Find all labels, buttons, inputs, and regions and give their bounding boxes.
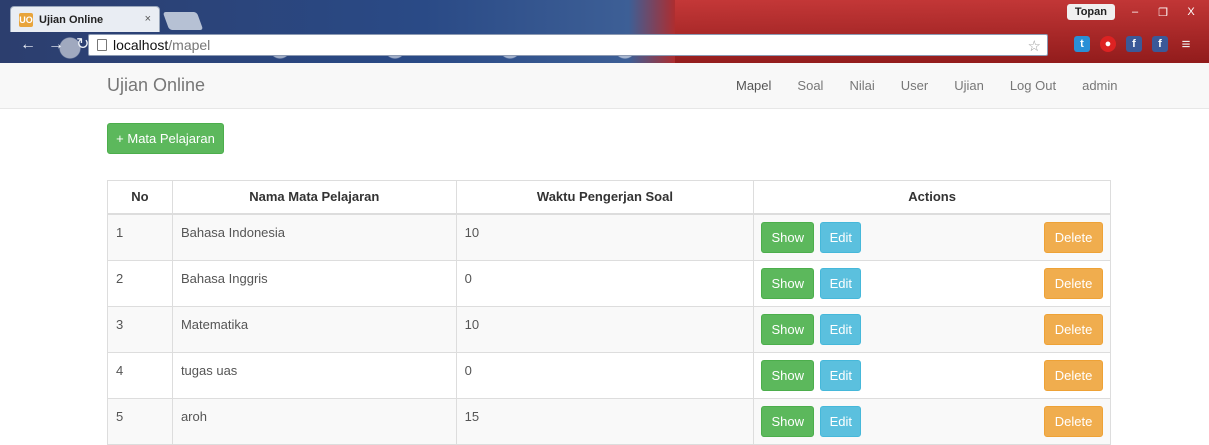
table-header-row: No Nama Mata Pelajaran Waktu Pengerjan S… xyxy=(107,180,1111,215)
browser-chrome: UO Ujian Online × Topan – ❐ X ← → ↻ loca… xyxy=(0,0,1209,63)
nav-link-soal[interactable]: Soal xyxy=(797,78,823,93)
cell-no: 5 xyxy=(107,397,173,445)
cell-time: 0 xyxy=(455,351,755,399)
facebook-icon[interactable]: f xyxy=(1126,36,1142,52)
favicon-icon: UO xyxy=(19,12,33,27)
page-icon xyxy=(97,39,107,51)
show-button[interactable]: Show xyxy=(761,405,815,437)
brand-link[interactable]: Ujian Online xyxy=(107,75,205,96)
cell-time: 10 xyxy=(455,305,755,353)
window-controls: Topan – ❐ X xyxy=(1066,4,1203,20)
address-bar[interactable]: localhost/mapel ☆ xyxy=(88,34,1048,56)
nav-link-nilai[interactable]: Nilai xyxy=(849,78,874,93)
cell-actions: Show Edit Delete xyxy=(753,259,1111,307)
show-button[interactable]: Show xyxy=(761,359,815,391)
show-button[interactable]: Show xyxy=(761,313,815,345)
table-row: 1 Bahasa Indonesia 10 Show Edit Delete xyxy=(107,213,1111,261)
extension-icons: t ● f f ≡ xyxy=(1074,36,1194,53)
new-tab-button[interactable] xyxy=(162,12,204,30)
twitter-icon[interactable]: t xyxy=(1074,36,1090,52)
header-actions: Actions xyxy=(753,180,1111,215)
navigation-buttons: ← → ↻ xyxy=(20,37,89,53)
cell-actions: Show Edit Delete xyxy=(753,397,1111,445)
cell-name: aroh xyxy=(171,397,457,445)
restore-button[interactable]: ❐ xyxy=(1151,4,1175,20)
edit-button[interactable]: Edit xyxy=(820,405,862,437)
menu-icon[interactable]: ≡ xyxy=(1178,36,1194,53)
url-path: /mapel xyxy=(168,37,211,53)
cell-name: Matematika xyxy=(171,305,457,353)
tab-close-icon[interactable]: × xyxy=(145,13,151,25)
cell-name: Bahasa Inggris xyxy=(171,259,457,307)
table-row: 2 Bahasa Inggris 0 Show Edit Delete xyxy=(107,259,1111,307)
forward-icon[interactable]: → xyxy=(48,37,64,53)
browser-tab[interactable]: UO Ujian Online × xyxy=(10,6,160,32)
delete-button[interactable]: Delete xyxy=(1044,313,1103,345)
table-row: 5 aroh 15 Show Edit Delete xyxy=(107,397,1111,445)
cell-no: 2 xyxy=(107,259,173,307)
facebook-icon[interactable]: f xyxy=(1152,36,1168,52)
nav-link-mapel[interactable]: Mapel xyxy=(736,78,771,93)
bookmark-star-icon[interactable]: ☆ xyxy=(1028,37,1041,55)
back-icon[interactable]: ← xyxy=(20,37,36,53)
mapel-table: No Nama Mata Pelajaran Waktu Pengerjan S… xyxy=(107,180,1111,445)
edit-button[interactable]: Edit xyxy=(820,267,862,299)
edit-button[interactable]: Edit xyxy=(820,313,862,345)
cell-name: tugas uas xyxy=(171,351,457,399)
nav-link-user[interactable]: User xyxy=(901,78,928,93)
cell-no: 3 xyxy=(107,305,173,353)
cell-actions: Show Edit Delete xyxy=(753,305,1111,353)
cell-no: 1 xyxy=(107,213,173,261)
show-button[interactable]: Show xyxy=(761,221,815,253)
add-mata-pelajaran-button[interactable]: + Mata Pelajaran xyxy=(107,123,224,154)
table-row: 4 tugas uas 0 Show Edit Delete xyxy=(107,351,1111,399)
nav-link-ujian[interactable]: Ujian xyxy=(954,78,984,93)
cell-time: 0 xyxy=(455,259,755,307)
table-row: 3 Matematika 10 Show Edit Delete xyxy=(107,305,1111,353)
header-waktu: Waktu Pengerjan Soal xyxy=(455,180,755,215)
delete-button[interactable]: Delete xyxy=(1044,221,1103,253)
minimize-button[interactable]: – xyxy=(1123,4,1147,20)
delete-button[interactable]: Delete xyxy=(1044,405,1103,437)
edit-button[interactable]: Edit xyxy=(820,359,862,391)
delete-button[interactable]: Delete xyxy=(1044,359,1103,391)
delete-button[interactable]: Delete xyxy=(1044,267,1103,299)
nav-menu: Mapel Soal Nilai User Ujian Log Out admi… xyxy=(736,78,1144,93)
edit-button[interactable]: Edit xyxy=(820,221,862,253)
record-icon[interactable]: ● xyxy=(1100,36,1116,52)
profile-button[interactable]: Topan xyxy=(1066,4,1115,20)
header-nama: Nama Mata Pelajaran xyxy=(171,180,457,215)
navbar: Ujian Online Mapel Soal Nilai User Ujian… xyxy=(0,63,1209,109)
nav-link-logout[interactable]: Log Out xyxy=(1010,78,1056,93)
cell-name: Bahasa Indonesia xyxy=(171,213,457,261)
cell-time: 15 xyxy=(455,397,755,445)
cell-no: 4 xyxy=(107,351,173,399)
cell-time: 10 xyxy=(455,213,755,261)
cell-actions: Show Edit Delete xyxy=(753,351,1111,399)
show-button[interactable]: Show xyxy=(761,267,815,299)
url-host: localhost xyxy=(113,37,169,53)
header-no: No xyxy=(107,180,173,215)
tab-title: Ujian Online xyxy=(39,13,104,26)
close-window-button[interactable]: X xyxy=(1179,4,1203,20)
nav-link-admin[interactable]: admin xyxy=(1082,78,1117,93)
cell-actions: Show Edit Delete xyxy=(753,213,1111,261)
